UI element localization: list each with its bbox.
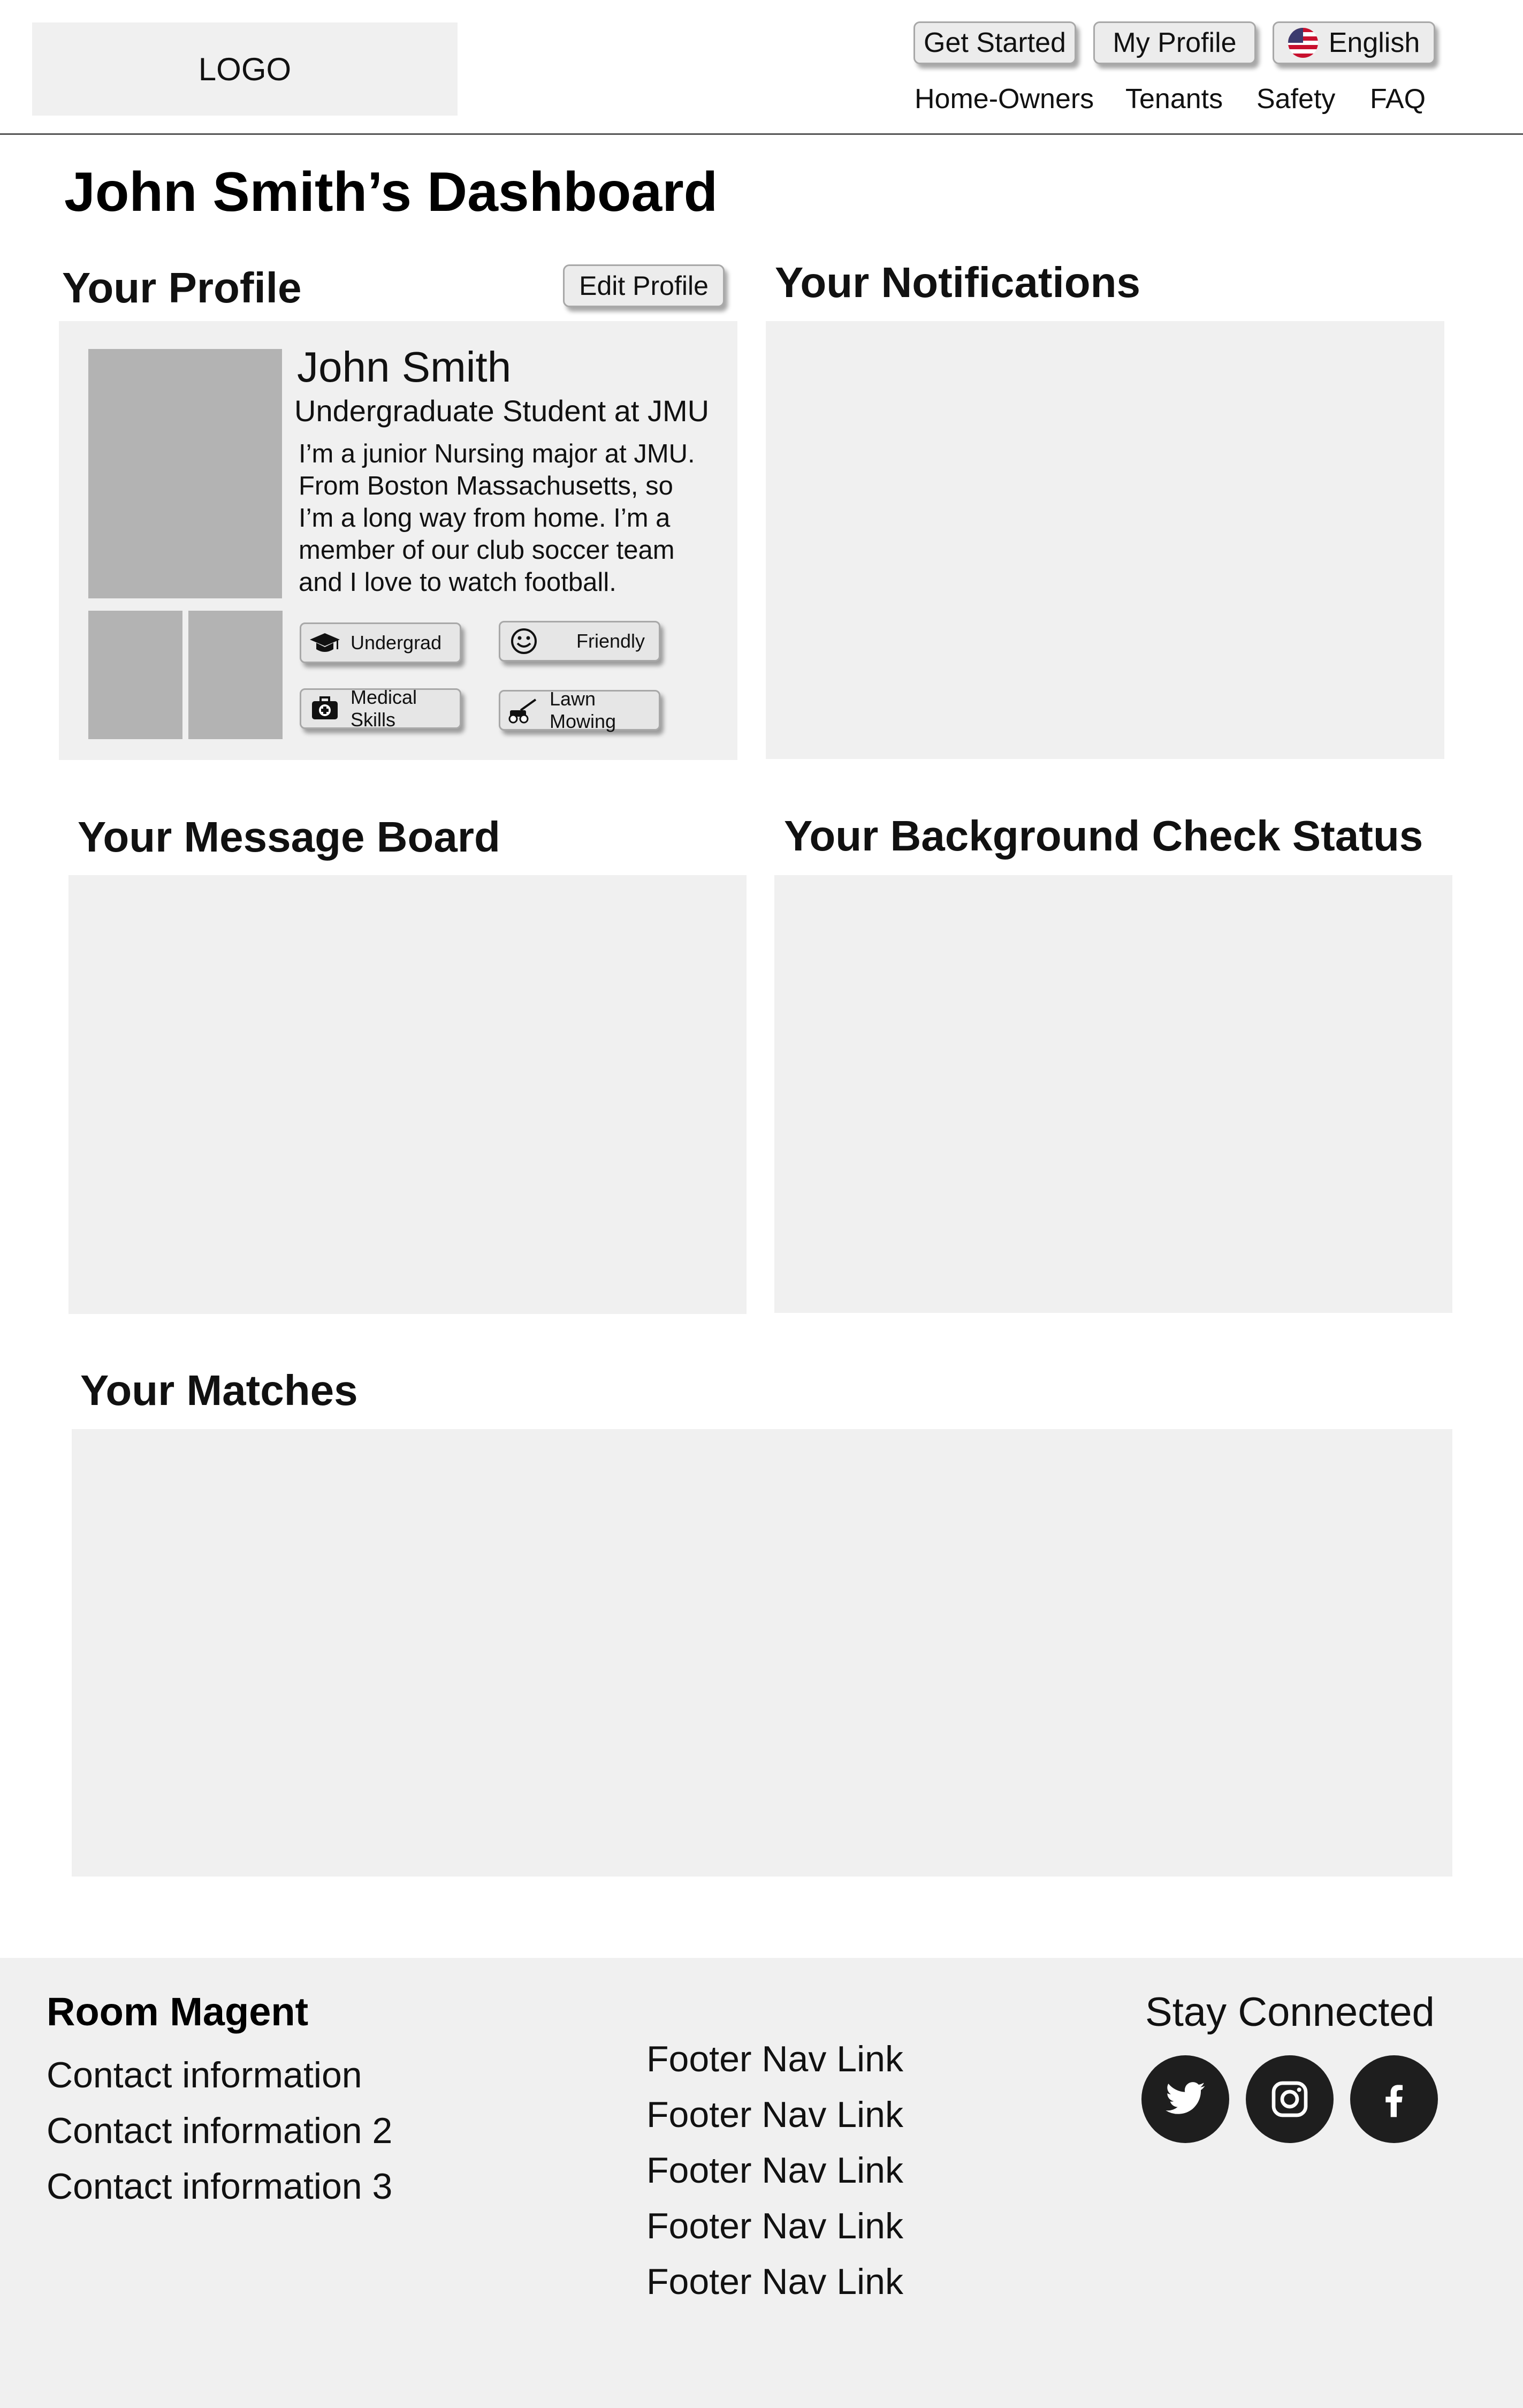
notifications-heading: Your Notifications [775, 259, 1140, 306]
footer-brand: Room Magent [47, 1989, 309, 2034]
tag-label: Medical Skills [351, 686, 417, 731]
footer-nav-link[interactable]: Footer Nav Link [646, 2205, 903, 2247]
bio-line: member of our club soccer team [299, 536, 675, 565]
tag-label: Lawn Mowing [550, 688, 616, 732]
stay-connected-heading: Stay Connected [1145, 1989, 1435, 2035]
twitter-icon [1166, 2082, 1205, 2114]
us-flag-icon [1288, 28, 1318, 58]
tag-medical-skills[interactable]: Medical Skills [300, 686, 461, 731]
tag-label: Friendly [576, 630, 645, 652]
medical-kit-icon [312, 696, 338, 719]
tag-lawn-mowing[interactable]: Lawn Mowing [499, 688, 660, 732]
footer-nav-link[interactable]: Footer Nav Link [646, 2094, 903, 2136]
facebook-button[interactable] [1350, 2055, 1438, 2143]
matches-panel[interactable] [72, 1429, 1452, 1877]
my-profile-label: My Profile [1113, 27, 1237, 58]
profile-name: John Smith [297, 343, 512, 391]
logo[interactable]: LOGO [32, 22, 458, 116]
tag-friendly[interactable]: Friendly [499, 621, 660, 662]
profile-photo[interactable] [88, 349, 282, 598]
bio-line: and I love to watch football. [299, 568, 616, 597]
smiley-face-icon [511, 628, 537, 654]
profile-subtitle: Undergraduate Student at JMU [294, 394, 710, 428]
profile-photo-thumbnail[interactable] [188, 611, 283, 739]
profile-bio: I’m a junior Nursing major at JMU. From … [299, 438, 727, 598]
my-profile-button[interactable]: My Profile [1093, 21, 1256, 64]
notifications-panel[interactable] [766, 321, 1444, 759]
nav-link-home-owners[interactable]: Home-Owners [915, 80, 1094, 118]
matches-heading: Your Matches [80, 1366, 358, 1414]
bio-line: I’m a junior Nursing major at JMU. [299, 439, 695, 468]
get-started-label: Get Started [924, 27, 1066, 58]
bio-line: I’m a long way from home. I’m a [299, 504, 671, 533]
footer-nav-link[interactable]: Footer Nav Link [646, 2038, 903, 2080]
facebook-icon [1385, 2085, 1403, 2117]
bio-line: From Boston Massachusetts, so [299, 472, 673, 500]
page-title: John Smith’s Dashboard [64, 161, 718, 223]
footer-nav-link[interactable]: Footer Nav Link [646, 2149, 903, 2191]
lawn-mower-icon [508, 698, 537, 724]
contact-info: Contact information 2 [47, 2110, 393, 2151]
footer-nav-link[interactable]: Footer Nav Link [646, 2261, 903, 2303]
contact-info: Contact information 3 [47, 2166, 393, 2207]
language-label: English [1328, 27, 1420, 58]
site-header: LOGO Get Started My Profile English Home… [0, 0, 1523, 135]
message-board-heading: Your Message Board [78, 813, 500, 861]
graduation-cap-icon [310, 633, 340, 652]
language-selector-button[interactable]: English [1273, 21, 1435, 64]
nav-link-faq[interactable]: FAQ [1370, 80, 1426, 118]
nav-link-tenants[interactable]: Tenants [1125, 80, 1223, 118]
edit-profile-label: Edit Profile [579, 271, 709, 301]
message-board-panel[interactable] [68, 875, 747, 1314]
twitter-button[interactable] [1141, 2055, 1229, 2143]
tag-undergrad[interactable]: Undergrad [300, 622, 461, 663]
get-started-button[interactable]: Get Started [913, 21, 1076, 64]
nav-link-safety[interactable]: Safety [1257, 80, 1335, 118]
background-check-panel[interactable] [774, 875, 1452, 1313]
profile-heading: Your Profile [62, 264, 302, 312]
profile-photo-thumbnail[interactable] [88, 611, 182, 739]
contact-info: Contact information [47, 2055, 362, 2095]
tag-label: Undergrad [351, 632, 442, 654]
edit-profile-button[interactable]: Edit Profile [563, 264, 725, 307]
instagram-icon [1271, 2081, 1308, 2117]
instagram-button[interactable] [1246, 2055, 1334, 2143]
background-check-heading: Your Background Check Status [784, 812, 1423, 860]
